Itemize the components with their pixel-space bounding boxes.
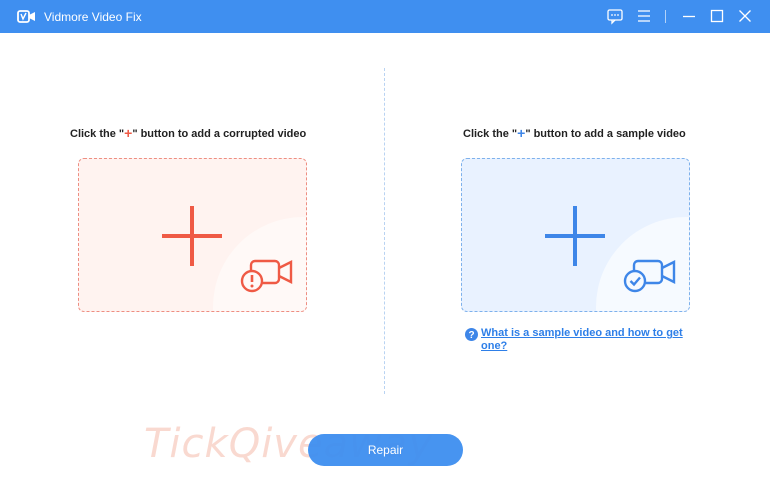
sample-video-hint: Click the "+" button to add a sample vid… xyxy=(463,125,686,141)
title-bar: Vidmore Video Fix xyxy=(0,0,770,33)
close-icon[interactable] xyxy=(736,7,754,25)
hint-text-after: " button to add a sample video xyxy=(525,128,686,140)
corrupted-video-hint: Click the "+" button to add a corrupted … xyxy=(70,125,306,141)
app-logo-icon xyxy=(17,10,35,23)
sample-video-help-link[interactable]: What is a sample video and how to get on… xyxy=(481,327,701,353)
maximize-icon[interactable] xyxy=(708,7,726,25)
svg-text:?: ? xyxy=(468,330,474,341)
hint-text-before: Click the " xyxy=(463,128,518,140)
titlebar-separator xyxy=(665,10,666,23)
panel-divider xyxy=(384,68,385,394)
hint-text-before: Click the " xyxy=(70,128,125,140)
add-sample-video-dropzone[interactable] xyxy=(461,158,690,312)
add-plus-icon[interactable] xyxy=(160,204,224,268)
sample-video-camera-icon xyxy=(623,259,676,293)
hint-text-after: " button to add a corrupted video xyxy=(132,128,307,140)
add-corrupted-video-dropzone[interactable] xyxy=(78,158,307,312)
app-title: Vidmore Video Fix xyxy=(44,10,142,24)
question-circle-icon: ? xyxy=(465,328,478,341)
menu-icon[interactable] xyxy=(635,7,653,25)
minimize-icon[interactable] xyxy=(680,7,698,25)
repair-button[interactable]: Repair xyxy=(308,434,463,466)
add-plus-icon[interactable] xyxy=(543,204,607,268)
feedback-icon[interactable] xyxy=(606,7,624,25)
corrupted-video-camera-icon xyxy=(240,259,293,293)
